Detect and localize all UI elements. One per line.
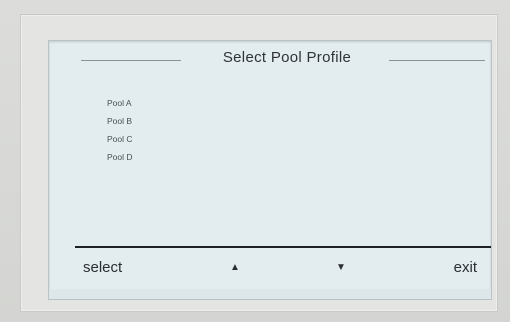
pool-profile-list: Pool A Pool B Pool C Pool D xyxy=(105,94,225,166)
lcd-screen: Select Pool Profile Pool A Pool B Pool C… xyxy=(48,40,492,300)
select-button[interactable]: select xyxy=(83,257,122,279)
pool-item-d[interactable]: Pool D xyxy=(105,148,225,166)
device-page: Select Pool Profile Pool A Pool B Pool C… xyxy=(0,0,510,322)
softkey-bar: select ▲ ▼ exit xyxy=(75,251,491,287)
pool-item-b[interactable]: Pool B xyxy=(105,112,225,130)
up-arrow-icon[interactable]: ▲ xyxy=(225,257,245,279)
down-arrow-icon[interactable]: ▼ xyxy=(331,257,351,279)
screen-bottom-strip xyxy=(49,289,491,299)
softkey-divider xyxy=(75,246,491,248)
pool-item-a[interactable]: Pool A xyxy=(105,94,225,112)
exit-button[interactable]: exit xyxy=(454,257,477,279)
dialog-header: Select Pool Profile xyxy=(49,49,491,71)
pool-item-c[interactable]: Pool C xyxy=(105,130,225,148)
dialog-title: Select Pool Profile xyxy=(181,49,393,66)
title-rule-right xyxy=(389,60,485,61)
